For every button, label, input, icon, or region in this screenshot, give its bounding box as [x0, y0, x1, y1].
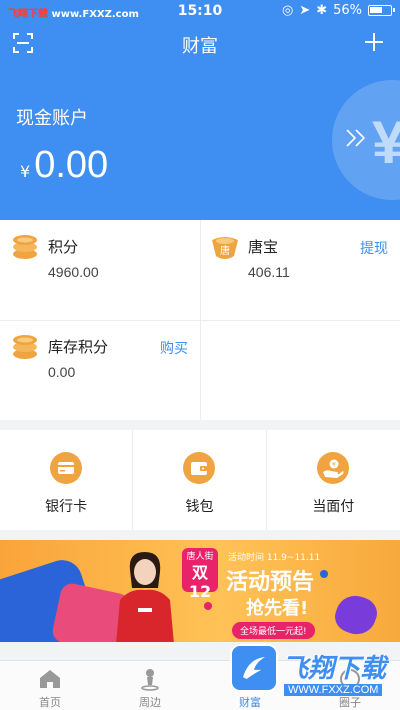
shortcut-row: 银行卡 钱包 ¥ 当面付	[0, 430, 400, 530]
lock-rotation-icon: ◎	[281, 3, 294, 18]
points-grid: 积分 4960.00 唐 唐宝 406.11 提现 库存积分 0.00 购买	[0, 220, 400, 420]
battery-percent: 56%	[333, 3, 362, 18]
withdraw-link[interactable]: 提现	[360, 238, 388, 258]
tab-home[interactable]: 首页	[0, 661, 100, 710]
tangbao-value: 406.11	[248, 264, 290, 280]
currency-symbol: ¥	[20, 162, 31, 181]
page-title: 财富	[182, 36, 218, 57]
buy-link[interactable]: 购买	[160, 338, 188, 358]
plus-icon[interactable]	[364, 32, 384, 52]
bank-card-label: 银行卡	[45, 499, 88, 515]
tab-label: 首页	[39, 696, 61, 709]
tab-nearby[interactable]: 周边	[100, 661, 200, 710]
wallet-icon	[183, 452, 216, 484]
stock-points-cell[interactable]: 库存积分 0.00 购买	[0, 320, 200, 420]
points-label: 积分	[48, 238, 79, 256]
cash-balance[interactable]: ¥ 0.00	[20, 144, 108, 187]
stock-points-value: 0.00	[48, 364, 76, 380]
status-icons: ◎ ➤ ✱ 56%	[281, 3, 395, 18]
home-icon	[40, 670, 60, 688]
nearby-icon	[141, 669, 159, 691]
banner-subline: 抢先看!	[246, 598, 309, 619]
wallet-button[interactable]: 钱包	[133, 430, 267, 530]
svg-text:唐: 唐	[220, 244, 230, 257]
banner-dot	[320, 570, 328, 578]
banner-headline: 活动预告	[226, 570, 315, 595]
tangbao-cell[interactable]: 唐 唐宝 406.11 提现	[200, 220, 400, 320]
cash-account-label[interactable]: 现金账户	[16, 104, 88, 130]
banner-shape	[330, 590, 382, 640]
face-pay-icon: ¥	[317, 452, 350, 484]
face-pay-label: 当面付	[312, 499, 355, 515]
watermark-text: 飞翔下载	[282, 654, 387, 684]
bluetooth-icon: ✱	[316, 3, 328, 18]
balance-amount: 0.00	[34, 144, 109, 186]
banner-dot	[204, 602, 212, 610]
promo-banner[interactable]: 唐人街 双12 活动时间 11.9~11.11 活动预告 抢先看! 全场最低一元…	[0, 540, 400, 642]
watermark-url: WWW.FXXZ.COM	[284, 684, 383, 696]
stock-points-label: 库存积分	[48, 338, 109, 356]
site-watermark: 飞翔下载 WWW.FXXZ.COM	[230, 644, 392, 704]
points-cell[interactable]: 积分 4960.00	[0, 220, 200, 320]
banner-model-image	[116, 552, 174, 642]
coin-stack-icon	[13, 235, 37, 259]
tangbao-label: 唐宝	[248, 238, 279, 256]
status-bar: 飞翔下载 www.FXXZ.com 15:10 ◎ ➤ ✱ 56%	[0, 0, 400, 24]
banner-pill: 全场最低一元起!	[232, 622, 315, 639]
coin-stack-icon	[13, 335, 37, 359]
bank-card-button[interactable]: 银行卡	[0, 430, 134, 530]
wealth-header: 财富 ¥ 现金账户 ¥ 0.00	[0, 24, 400, 220]
bank-card-icon	[50, 452, 83, 484]
svg-text:¥: ¥	[332, 462, 336, 469]
double-chevron-icon[interactable]	[344, 128, 368, 148]
battery-icon	[368, 5, 395, 16]
points-value: 4960.00	[48, 264, 99, 280]
banner-period: 活动时间 11.9~11.11	[228, 553, 321, 563]
location-icon: ➤	[299, 3, 311, 18]
wallet-label: 钱包	[185, 499, 214, 515]
tangbao-icon: 唐	[212, 237, 238, 259]
tab-label: 周边	[139, 696, 161, 709]
face-pay-button[interactable]: ¥ 当面付	[267, 430, 400, 530]
double12-badge: 唐人街 双12	[182, 548, 218, 601]
watermark-logo-icon	[230, 644, 278, 692]
